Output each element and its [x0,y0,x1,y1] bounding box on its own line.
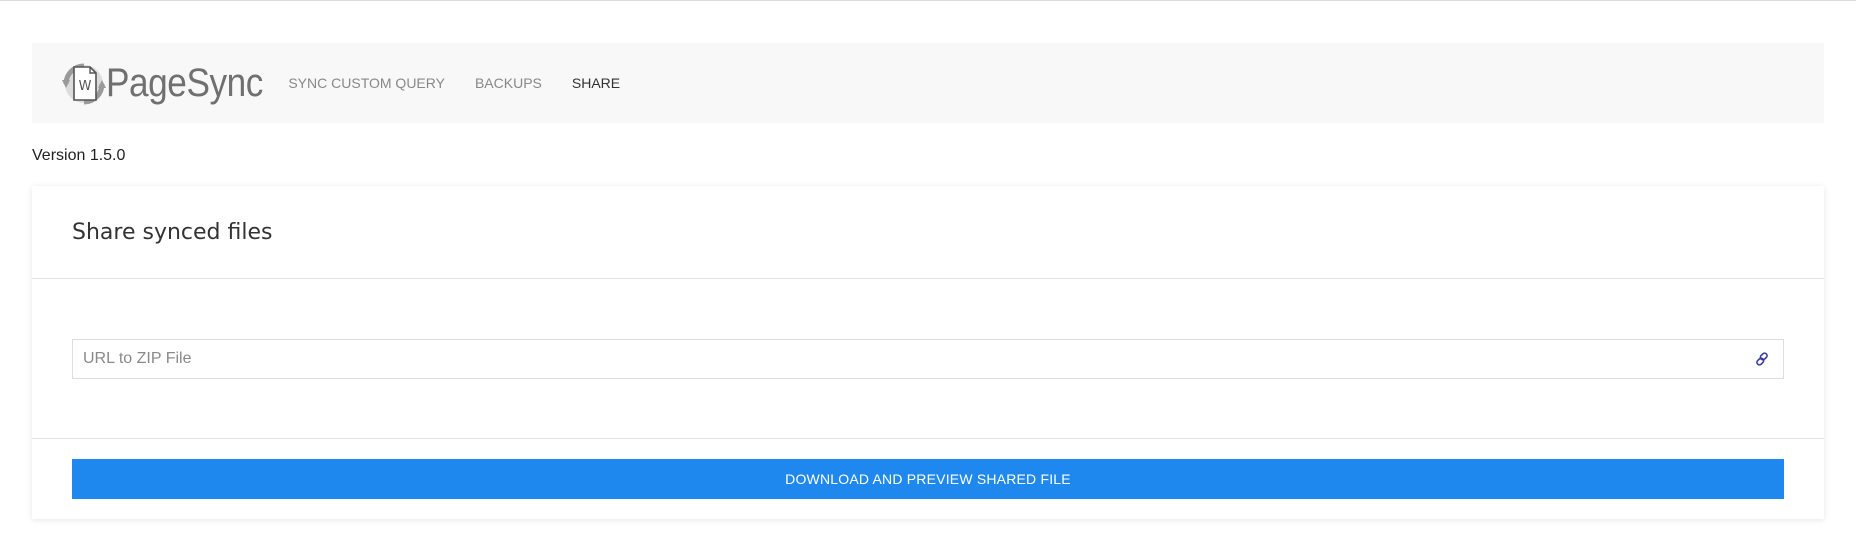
nav-item-backups[interactable]: BACKUPS [475,75,542,91]
nav-links: SYNC CUSTOM QUERY BACKUPS SHARE [288,75,650,91]
share-card: Share synced files DOWNLOAD AND PREVIEW … [32,186,1824,519]
card-header: Share synced files [32,186,1824,279]
nav-item-sync-custom-query[interactable]: SYNC CUSTOM QUERY [288,75,445,91]
nav-item-share[interactable]: SHARE [572,75,620,91]
brand[interactable]: W PageSync [60,43,284,123]
zip-url-input[interactable] [73,340,1753,378]
brand-name: PageSync [106,61,263,105]
link-icon[interactable] [1753,350,1771,368]
card-footer: DOWNLOAD AND PREVIEW SHARED FILE [32,439,1824,518]
version-label: Version 1.5.0 [32,147,126,164]
download-preview-button[interactable]: DOWNLOAD AND PREVIEW SHARED FILE [72,459,1784,499]
logo-letter: W [79,79,92,94]
card-body [32,279,1824,439]
url-input-group [72,339,1784,379]
sync-document-icon: W [60,60,112,106]
card-title: Share synced files [72,219,273,245]
top-divider [0,0,1856,1]
navbar: W PageSync SYNC CUSTOM QUERY BACKUPS SHA… [32,43,1824,123]
